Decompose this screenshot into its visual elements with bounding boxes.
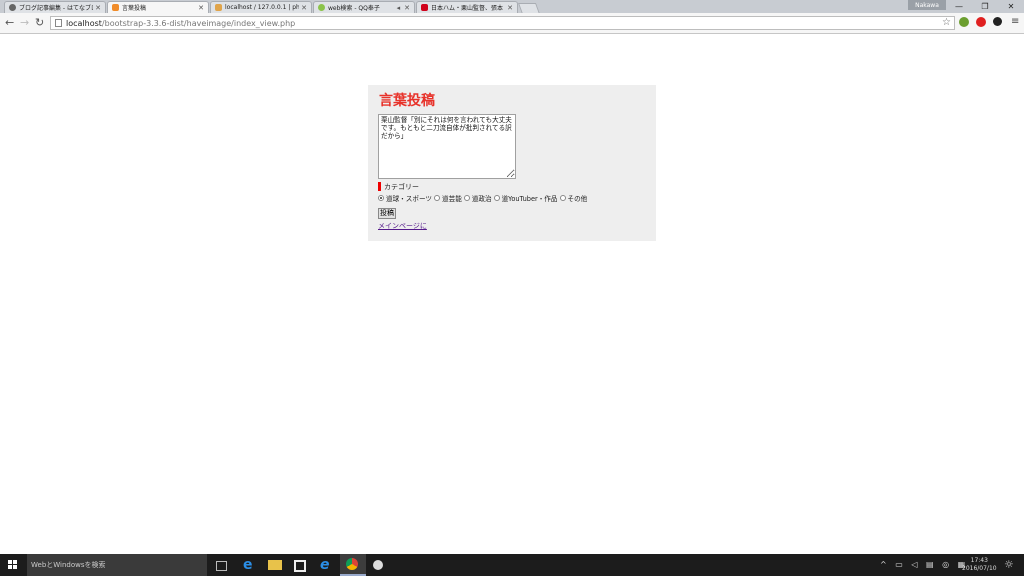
category-accent-bar [378,182,381,191]
category-option-youtuber[interactable]: 道YouTuber・作品 [493,193,558,203]
notification-icon[interactable]: ☼ [1004,558,1014,571]
main-page-link[interactable]: メインページに [378,221,427,231]
clock-date: 2016/07/10 [962,565,997,572]
close-icon[interactable]: ✕ [507,4,513,12]
yahoo-icon [421,4,428,11]
window-controls: — ❐ ✕ [946,0,1024,13]
tab-blog-edit[interactable]: ブログ記事編集 - はてなブロ ✕ [4,1,106,13]
close-icon[interactable]: ✕ [198,4,204,12]
chrome-taskbar-button[interactable] [340,554,366,576]
close-window-button[interactable]: ✕ [998,0,1024,13]
close-icon[interactable]: ✕ [301,4,307,12]
category-option-entertainment[interactable]: 道芸能 [434,193,462,203]
radio-label: その他 [567,195,588,203]
taskbar-search-box[interactable]: WebとWindowsを検索 [27,554,207,576]
menu-icon[interactable]: ≡ [1011,16,1019,27]
chrome-icon [346,558,358,570]
moon-extension-icon[interactable] [993,17,1002,26]
back-icon[interactable]: ← [5,16,14,29]
taskbar: WebとWindowsを検索 e e ^ ▭ ◁ ▤ ◎ ▦ 17:43 201… [0,554,1024,576]
edge-icon[interactable]: e [243,558,257,572]
app-icon[interactable] [373,560,383,570]
page-favicon-icon [112,4,119,11]
category-label-text: カテゴリー [384,182,419,191]
hatena-icon [9,4,16,11]
tab-word-post[interactable]: 言葉投稿 ✕ [107,1,209,13]
radio-label: 道YouTuber・作品 [501,195,558,203]
tab-title: localhost / 127.0.0.1 | php [225,4,300,11]
phpmyadmin-icon [215,4,222,11]
tab-strip: ブログ記事編集 - はてなブロ ✕ 言葉投稿 ✕ localhost / 127… [0,0,1024,14]
windows-start-icon[interactable] [8,560,18,570]
close-icon[interactable]: ✕ [95,4,101,12]
task-view-icon[interactable] [216,561,227,571]
clock-time: 17:43 [970,557,988,564]
tab-title: web検索 - QQ奉子 [328,5,380,12]
store-icon[interactable] [294,560,306,572]
opera-extension-icon[interactable] [976,17,986,27]
radio-button[interactable] [493,195,500,201]
file-explorer-icon[interactable] [268,560,282,570]
tab-web-search[interactable]: web検索 - QQ奉子 ◂ ✕ [313,1,415,13]
extension-icon[interactable] [959,17,969,27]
message-textarea[interactable]: 栗山監督「別にそれは何を言われても大丈夫です。もともと二刀流自体が批判されてる訳… [378,114,516,179]
url-host: localhost [66,18,102,28]
page-icon [55,19,62,27]
radio-button[interactable] [378,195,384,201]
radio-button[interactable] [434,195,441,201]
close-icon[interactable]: ✕ [404,4,410,12]
tab-title: ブログ記事編集 - はてなブロ [19,5,94,12]
category-option-other[interactable]: その他 [559,193,588,203]
address-bar[interactable]: localhost /bootstrap-3.3.6-dist/haveimag… [50,16,955,30]
tab-news[interactable]: 日本ハム・栗山監督、張本 ✕ [416,1,518,13]
category-option-politics[interactable]: 道政治 [463,193,492,203]
submit-button[interactable]: 投稿 [378,208,396,219]
forward-icon[interactable]: → [20,16,29,29]
reload-icon[interactable]: ↻ [35,16,44,29]
radio-label: 道芸能 [442,195,462,203]
browser-toolbar: ← → ↻ localhost /bootstrap-3.3.6-dist/ha… [0,13,1024,34]
bookmark-star-icon[interactable]: ☆ [942,17,951,28]
post-form-panel: 言葉投稿 栗山監督「別にそれは何を言われても大丈夫です。もともと二刀流自体が批判… [368,85,656,241]
tab-title: 言葉投稿 [122,5,147,12]
speaker-icon: ◂ [396,3,401,12]
tab-phpmyadmin[interactable]: localhost / 127.0.0.1 | php ✕ [210,1,312,13]
tab-title: 日本ハム・栗山監督、張本 [431,5,504,12]
restore-button[interactable]: ❐ [972,0,998,13]
radio-button[interactable] [559,195,566,201]
category-option-sports[interactable]: 道球・スポーツ [378,193,432,203]
url-path: /bootstrap-3.3.6-dist/haveimage/index_vi… [101,18,296,28]
category-label: カテゴリー [378,182,419,191]
category-radio-group: 道球・スポーツ 道芸能 道政治 道YouTuber・作品 その他 [378,193,589,203]
radio-button[interactable] [463,195,470,201]
profile-button[interactable]: Nakawa [908,0,946,10]
page-title: 言葉投稿 [379,93,435,109]
clock[interactable]: 17:43 2016/07/10 [962,557,997,573]
radio-label: 道政治 [471,195,492,203]
system-tray[interactable]: ^ ▭ ◁ ▤ ◎ ▦ [880,560,968,569]
ie-icon[interactable]: e [320,558,334,572]
search-site-icon [318,4,325,11]
minimize-button[interactable]: — [946,0,972,13]
radio-label: 道球・スポーツ [386,195,433,203]
